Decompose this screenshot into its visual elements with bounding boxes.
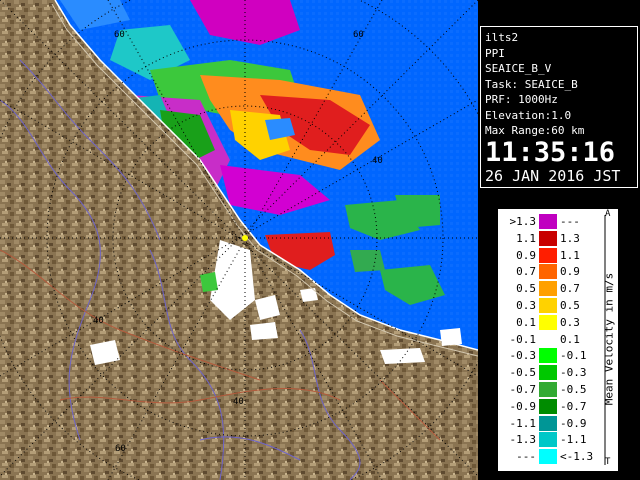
legend-lower-bound: 1.1 (516, 231, 536, 245)
legend-lower-bound: 0.7 (516, 265, 536, 279)
legend-lower-bound: -0.5 (509, 366, 537, 380)
legend-color-swatch (539, 398, 557, 414)
legend-color-swatch (539, 281, 557, 297)
range-label: 60 (353, 30, 364, 40)
legend-row: -0.3 -0.1 (498, 348, 598, 364)
legend-upper-bound: --- (560, 215, 580, 228)
legend-upper-bound: 1.1 (560, 248, 580, 262)
legend-row: --- <-1.3 (498, 449, 598, 465)
task-name: Task: SEAICE_B (485, 77, 578, 91)
velocity-color-legend: >1.3 --- 1.1 1.3 0.9 1.1 0.7 0.9 0.5 0.7 0.3 0.5 0.1… (497, 208, 619, 472)
legend-color-swatch (539, 247, 557, 263)
elevation-value: Elevation:1.0 (485, 108, 572, 122)
legend-row: -1.3 -1.1 (498, 432, 598, 448)
legend-color-swatch (539, 264, 557, 280)
field-name: SEAICE_B_V (485, 62, 552, 75)
range-label: 40 (93, 316, 104, 326)
legend-lower-bound: 0.3 (516, 299, 536, 312)
legend-color-swatch (539, 382, 557, 397)
legend-row: 0.9 1.1 (498, 247, 598, 263)
legend-upper-bound: 0.3 (560, 315, 580, 329)
legend-row: -1.1 -0.9 (498, 415, 598, 431)
legend-axis-label: Mean Velocity in m/s (602, 272, 616, 406)
legend-row: 1.1 1.3 (498, 230, 598, 246)
legend-upper-bound: -0.7 (560, 399, 587, 413)
legend-row: 0.5 0.7 (498, 281, 598, 297)
radar-display: 60 60 40 40 40 60 ilts2 PPI SEAICE_B_V T… (0, 0, 640, 480)
scan-info-panel: ilts2 PPI SEAICE_B_V Task: SEAICE_B PRF:… (480, 26, 638, 188)
legend-top-mark: A (605, 209, 611, 219)
legend-color-swatch (539, 314, 557, 330)
scan-time: 11:35:16 (485, 136, 616, 168)
legend-lower-bound: 0.5 (516, 282, 536, 296)
prf-value: PRF: 1000Hz (485, 93, 558, 106)
range-label: 40 (233, 397, 244, 407)
legend-upper-bound: 0.5 (560, 299, 580, 312)
legend-row: -0.5 -0.3 (498, 365, 598, 381)
legend-lower-bound: -0.7 (509, 383, 537, 396)
legend-color-swatch (539, 214, 557, 229)
site-name: ilts2 (485, 31, 519, 44)
legend-row: -0.7 -0.5 (498, 382, 598, 397)
legend-row: >1.3 --- (498, 214, 598, 229)
legend-lower-bound: -1.3 (509, 433, 537, 447)
legend-upper-bound: -0.3 (560, 366, 587, 380)
radar-site-marker (242, 235, 248, 241)
legend-upper-bound: 1.3 (560, 231, 580, 245)
legend-row: 0.3 0.5 (498, 298, 598, 313)
legend-lower-bound: -1.1 (509, 416, 537, 430)
legend-upper-bound: -0.9 (560, 416, 587, 430)
product-type: PPI (485, 46, 505, 60)
legend-lower-bound: >1.3 (509, 215, 537, 228)
legend-upper-bound: 0.9 (560, 265, 580, 279)
legend-lower-bound: --- (516, 450, 536, 464)
legend-upper-bound: -1.1 (560, 433, 587, 447)
legend-color-swatch (539, 415, 557, 431)
radar-ppi-map[interactable]: 60 60 40 40 40 60 (0, 0, 478, 480)
range-label: 60 (114, 30, 125, 40)
legend-color-swatch (539, 432, 557, 448)
radar-map-canvas: 60 60 40 40 40 60 (0, 0, 478, 480)
legend-lower-bound: -0.9 (509, 399, 537, 413)
legend-row: -0.1 0.1 (498, 331, 598, 347)
legend-upper-bound: 0.7 (560, 282, 580, 296)
legend-color-swatch (539, 365, 557, 381)
legend-color-swatch (539, 230, 557, 246)
legend-upper-bound: <-1.3 (560, 450, 594, 464)
legend-lower-bound: -0.1 (509, 332, 537, 346)
legend-lower-bound: 0.1 (516, 315, 536, 329)
legend-upper-bound: 0.1 (560, 332, 580, 346)
legend-upper-bound: -0.1 (560, 349, 587, 363)
legend-row: 0.7 0.9 (498, 264, 598, 280)
legend-lower-bound: -0.3 (509, 349, 537, 363)
legend-row: 0.1 0.3 (498, 314, 598, 330)
legend-bottom-mark: T (605, 457, 611, 467)
legend-color-swatch (539, 298, 557, 313)
legend-color-swatch (539, 449, 557, 465)
legend-lower-bound: 0.9 (516, 248, 536, 262)
range-label: 40 (372, 156, 383, 166)
legend-upper-bound: -0.5 (560, 383, 587, 396)
legend-color-swatch (539, 331, 557, 347)
range-label: 60 (115, 444, 126, 454)
legend-row: -0.9 -0.7 (498, 398, 598, 414)
legend-color-swatch (539, 348, 557, 364)
scan-date: 26 JAN 2016 JST (485, 166, 621, 185)
